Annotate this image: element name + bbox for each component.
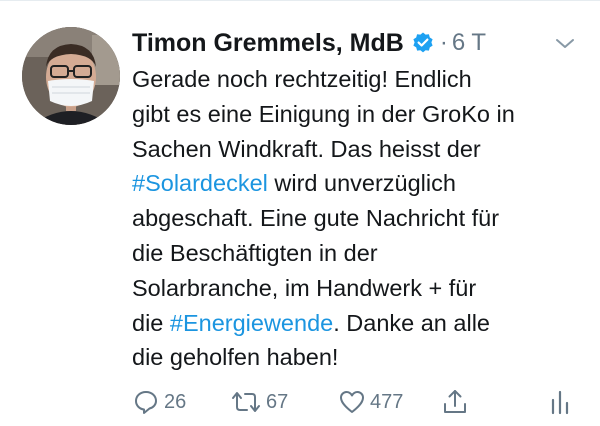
tweet-text-segment: gibt es eine Einigung in der GroKo in [132,100,515,127]
tweet-text-segment: die geholfen haben! [132,344,339,371]
tweet-text-segment: Gerade noch rechtzeitig! Endlich [132,66,472,92]
analytics-button[interactable] [548,388,572,416]
top-divider [0,0,600,1]
heart-icon [340,391,364,413]
tweet-text-segment: die [132,309,170,336]
retweet-icon [232,392,260,412]
avatar-photo [22,27,120,125]
reply-button[interactable]: 26 [132,388,186,416]
tweet-text-line: die geholfen haben! [132,340,592,375]
chevron-down-icon[interactable] [552,31,578,55]
tweet-text-line: Solarbranche, im Handwerk + für [132,271,592,306]
hashtag-link[interactable]: #Solardeckel [132,170,268,196]
tweet-text: Gerade noch rechtzeitig! Endlich gibt es … [132,62,592,375]
avatar[interactable] [22,27,120,125]
reply-count: 26 [164,390,187,413]
like-count: 477 [370,390,404,413]
share-button[interactable] [441,388,469,416]
tweet-actions: 26 67 477 [0,384,600,420]
verified-badge-icon [411,31,435,55]
tweet-text-line: abgeschaft. Eine gute Nachricht für [132,201,592,236]
tweet-text-segment: abgeschaft. Eine gute Nachricht für [132,205,500,232]
tweet-text-line: Sachen Windkraft. Das heisst der [132,132,592,167]
author-name[interactable]: Timon Gremmels, MdB [132,29,404,58]
tweet-text-segment: wird unverzüglich [267,170,456,197]
hashtag-link[interactable]: #Energiewende [170,310,333,336]
separator-dot: · [439,29,448,56]
tweet-text-line: die Beschäftigten in der [132,236,592,271]
share-icon [444,390,466,413]
tweet-text-segment: Solarbranche, im Handwerk + für [132,274,477,301]
tweet-text-line: gibt es eine Einigung in der GroKo in [132,97,592,132]
tweet-text-line: die #Energiewende. Danke an alle [132,306,592,341]
tweet-text-segment: Sachen Windkraft. Das heisst der [132,135,481,162]
retweet-count: 67 [266,390,289,413]
retweet-button[interactable]: 67 [230,388,288,416]
like-button[interactable]: 477 [338,388,403,416]
tweet-text-line: #Solardeckel wird unverzüglich [132,166,592,201]
analytics-icon [551,390,569,415]
tweet-text-line: Gerade noch rechtzeitig! Endlich [132,62,592,97]
tweet-text-segment: . Danke an alle [333,309,490,336]
tweet-text-segment: die Beschäftigten in der [132,239,378,266]
tweet-header: Timon Gremmels, MdB · 6 T [132,26,486,60]
tweet-timestamp[interactable]: 6 T [452,29,486,57]
reply-icon [135,391,157,414]
